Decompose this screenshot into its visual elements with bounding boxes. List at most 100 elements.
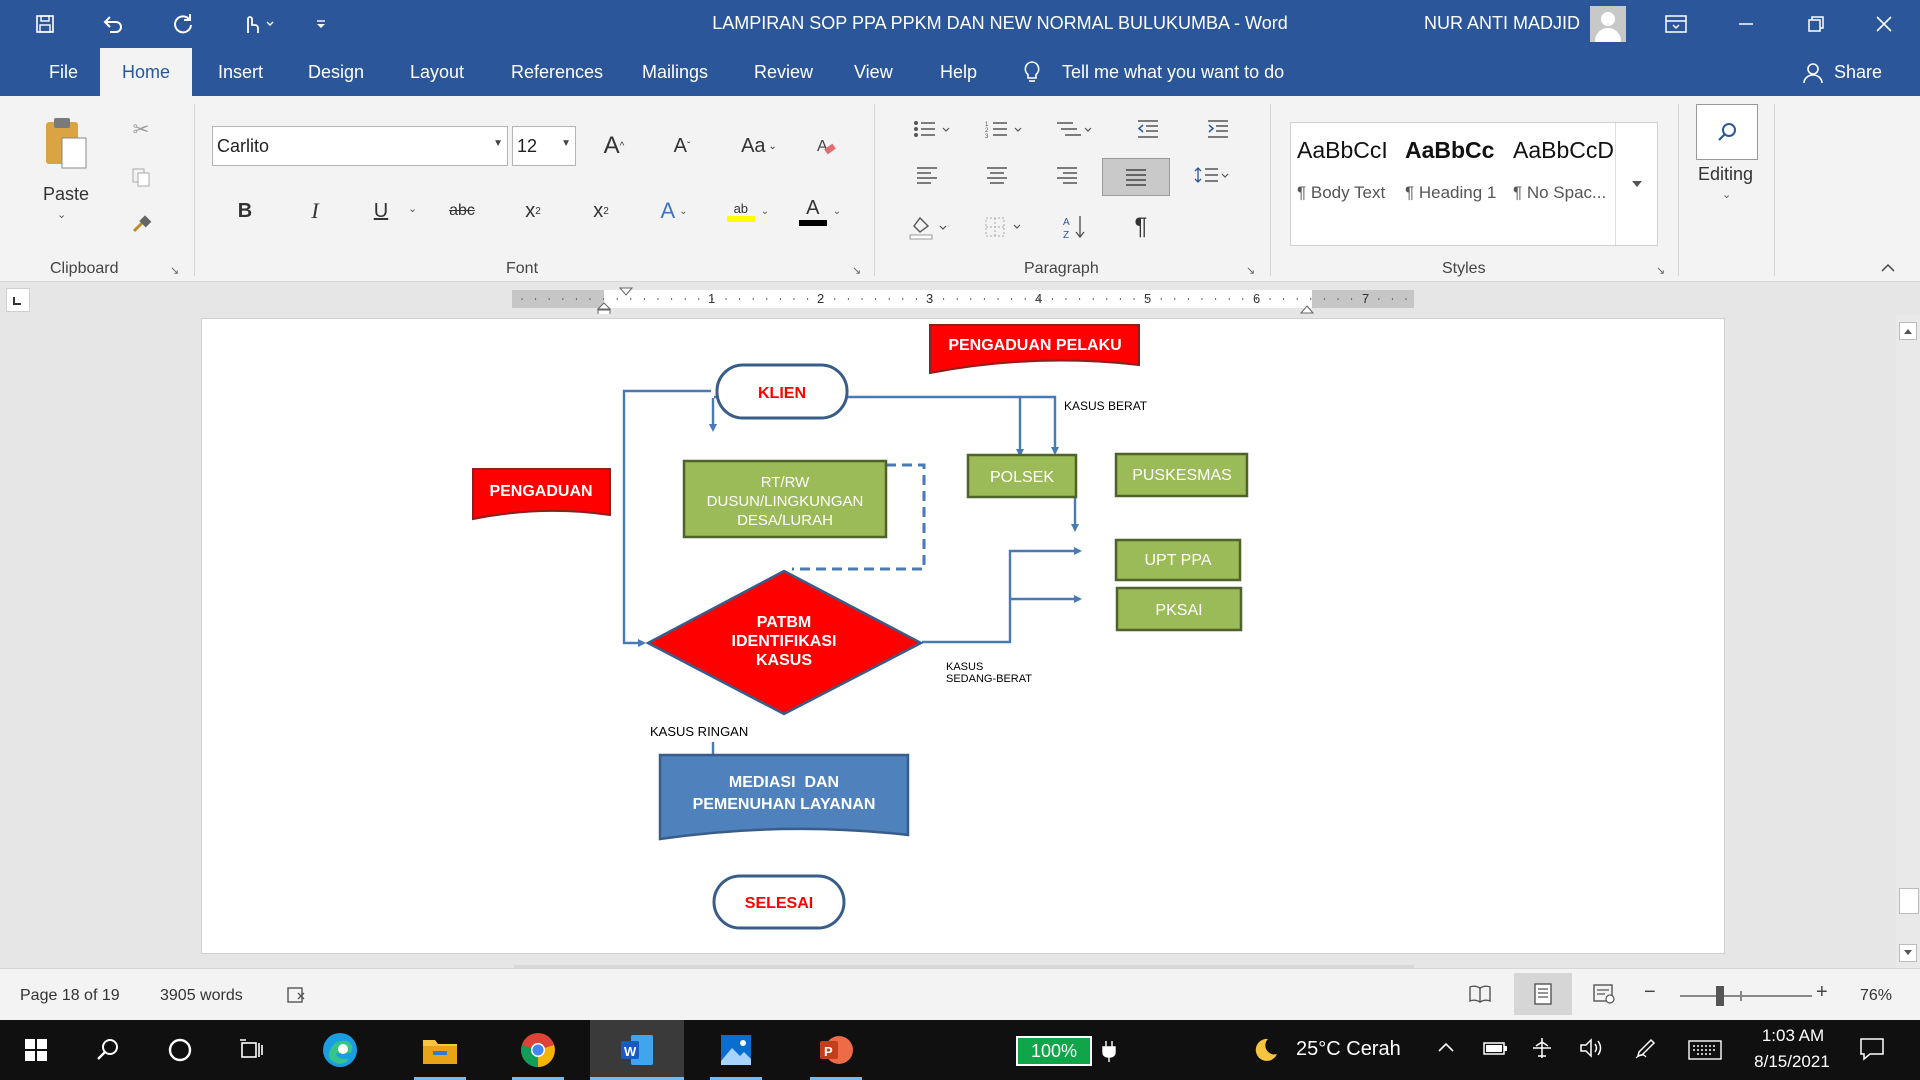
tab-view[interactable]: View xyxy=(832,48,915,96)
numbering-icon[interactable]: 123 xyxy=(980,114,1030,144)
style-body-text[interactable]: AaBbCcI ¶ Body Text xyxy=(1291,123,1399,245)
tab-insert[interactable]: Insert xyxy=(196,48,285,96)
tab-help[interactable]: Help xyxy=(918,48,999,96)
tell-me-search[interactable]: Tell me what you want to do xyxy=(1062,48,1284,96)
align-right-icon[interactable] xyxy=(1052,160,1082,190)
underline-button[interactable]: U xyxy=(366,196,396,226)
justify-icon[interactable] xyxy=(1102,158,1170,196)
bullets-icon[interactable] xyxy=(908,114,958,144)
zoom-slider-thumb[interactable] xyxy=(1716,986,1724,1006)
customize-quick-access-icon[interactable] xyxy=(306,10,336,38)
tab-mailings[interactable]: Mailings xyxy=(620,48,730,96)
show-formatting-marks-icon[interactable]: ¶ xyxy=(1126,210,1156,244)
align-center-icon[interactable] xyxy=(982,160,1012,190)
task-view-icon[interactable] xyxy=(226,1028,278,1072)
line-spacing-icon[interactable] xyxy=(1190,160,1234,190)
vertical-scrollbar[interactable] xyxy=(1896,314,1920,968)
document-page[interactable]: PENGADUAN PELAKU PENGADUAN KLIEN RT/RW D… xyxy=(201,318,1725,954)
share-button[interactable]: Share xyxy=(1834,48,1882,96)
clock-date[interactable]: 8/15/2021 xyxy=(1740,1052,1844,1072)
grow-font-button[interactable]: A ^ xyxy=(598,130,630,162)
collapse-ribbon-icon[interactable] xyxy=(1880,260,1896,278)
powerpoint-app-icon[interactable]: P xyxy=(810,1028,862,1072)
clear-formatting-icon[interactable]: A xyxy=(810,130,842,162)
font-size-combo[interactable]: 12 ▼ xyxy=(512,126,576,166)
editing-dropdown-icon[interactable]: ⌄ xyxy=(1722,188,1731,201)
scroll-down-icon[interactable] xyxy=(1899,944,1917,962)
save-icon[interactable] xyxy=(30,10,60,38)
touch-keyboard-icon[interactable] xyxy=(1688,1040,1722,1065)
paragraph-launcher-icon[interactable]: ↘ xyxy=(1246,264,1255,277)
tab-file[interactable]: File xyxy=(27,48,100,96)
increase-indent-icon[interactable] xyxy=(1202,114,1234,144)
shrink-font-button[interactable]: Aˇ xyxy=(666,130,698,162)
bold-button[interactable]: B xyxy=(230,196,260,226)
paste-icon[interactable] xyxy=(38,116,92,176)
italic-button[interactable]: I xyxy=(300,196,330,226)
photos-app-icon[interactable] xyxy=(710,1028,762,1072)
battery-icon[interactable] xyxy=(1482,1038,1508,1063)
tab-selector-icon[interactable] xyxy=(6,288,30,312)
change-case-button[interactable]: Aa ⌄ xyxy=(736,130,782,162)
scroll-up-icon[interactable] xyxy=(1899,322,1917,340)
web-layout-icon[interactable] xyxy=(1592,983,1616,1010)
avatar[interactable] xyxy=(1590,6,1626,42)
weather-moon-icon[interactable] xyxy=(1250,1036,1280,1069)
tab-references[interactable]: References xyxy=(489,48,625,96)
battery-indicator[interactable]: 100% xyxy=(1016,1036,1092,1066)
scroll-thumb[interactable] xyxy=(1899,888,1919,914)
borders-icon[interactable] xyxy=(980,210,1030,244)
font-launcher-icon[interactable]: ↘ xyxy=(852,264,861,277)
ribbon-display-options-icon[interactable] xyxy=(1656,8,1696,40)
paste-dropdown-icon[interactable]: ⌄ xyxy=(57,208,66,221)
word-count[interactable]: 3905 words xyxy=(160,987,243,1005)
align-left-icon[interactable] xyxy=(912,160,942,190)
redo-icon[interactable] xyxy=(168,10,198,38)
undo-icon[interactable] xyxy=(98,10,128,38)
copy-icon[interactable] xyxy=(126,162,156,192)
shading-icon[interactable] xyxy=(904,210,954,244)
paste-button[interactable]: Paste xyxy=(43,184,89,205)
style-no-spacing[interactable]: AaBbCcD ¶ No Spac... xyxy=(1507,123,1615,245)
font-name-combo[interactable]: Carlito ▼ xyxy=(212,126,508,166)
subscript-button[interactable]: x2 xyxy=(518,196,548,226)
underline-dropdown-icon[interactable]: ⌄ xyxy=(408,202,417,215)
user-name[interactable]: NUR ANTI MADJID xyxy=(1424,13,1580,34)
notifications-icon[interactable] xyxy=(1858,1036,1886,1067)
horizontal-ruler[interactable]: 1 2 3 4 5 6 7 xyxy=(512,290,1414,308)
show-hidden-icons-icon[interactable] xyxy=(1436,1038,1456,1063)
zoom-in-button[interactable]: + xyxy=(1816,981,1828,1004)
first-line-indent-marker[interactable] xyxy=(618,284,634,302)
search-icon[interactable] xyxy=(82,1028,134,1072)
style-heading-1[interactable]: AaBbCc ¶ Heading 1 xyxy=(1399,123,1507,245)
format-painter-icon[interactable] xyxy=(126,210,156,240)
airplane-mode-icon[interactable] xyxy=(1530,1036,1554,1065)
decrease-indent-icon[interactable] xyxy=(1132,114,1164,144)
zoom-out-button[interactable]: − xyxy=(1644,981,1656,1004)
clock-time[interactable]: 1:03 AM xyxy=(1754,1026,1832,1046)
cortana-icon[interactable] xyxy=(154,1028,206,1072)
edge-browser-icon[interactable] xyxy=(314,1028,366,1072)
search-icon[interactable] xyxy=(1696,104,1758,160)
minimize-icon[interactable] xyxy=(1726,8,1766,40)
weather-text[interactable]: 25°C Cerah xyxy=(1296,1038,1401,1061)
file-explorer-icon[interactable] xyxy=(414,1028,466,1072)
strikethrough-button[interactable]: abc xyxy=(444,196,480,226)
styles-launcher-icon[interactable]: ↘ xyxy=(1656,264,1665,277)
chrome-browser-icon[interactable] xyxy=(512,1028,564,1072)
text-effects-button[interactable]: A ⌄ xyxy=(652,196,696,226)
windows-start-icon[interactable] xyxy=(10,1028,62,1072)
styles-more-button[interactable] xyxy=(1615,123,1657,245)
page-count[interactable]: Page 18 of 19 xyxy=(20,987,120,1005)
sort-icon[interactable]: AZ xyxy=(1060,210,1090,244)
tab-design[interactable]: Design xyxy=(286,48,386,96)
print-layout-icon[interactable] xyxy=(1514,973,1572,1015)
volume-icon[interactable] xyxy=(1578,1036,1604,1065)
read-mode-icon[interactable] xyxy=(1468,983,1492,1010)
tab-review[interactable]: Review xyxy=(732,48,835,96)
tab-home[interactable]: Home xyxy=(100,48,193,96)
text-highlight-button[interactable]: ab ⌄ xyxy=(722,194,774,228)
proofing-icon[interactable] xyxy=(286,985,308,1010)
clipboard-launcher-icon[interactable]: ↘ xyxy=(170,264,179,277)
superscript-button[interactable]: x2 xyxy=(586,196,616,226)
